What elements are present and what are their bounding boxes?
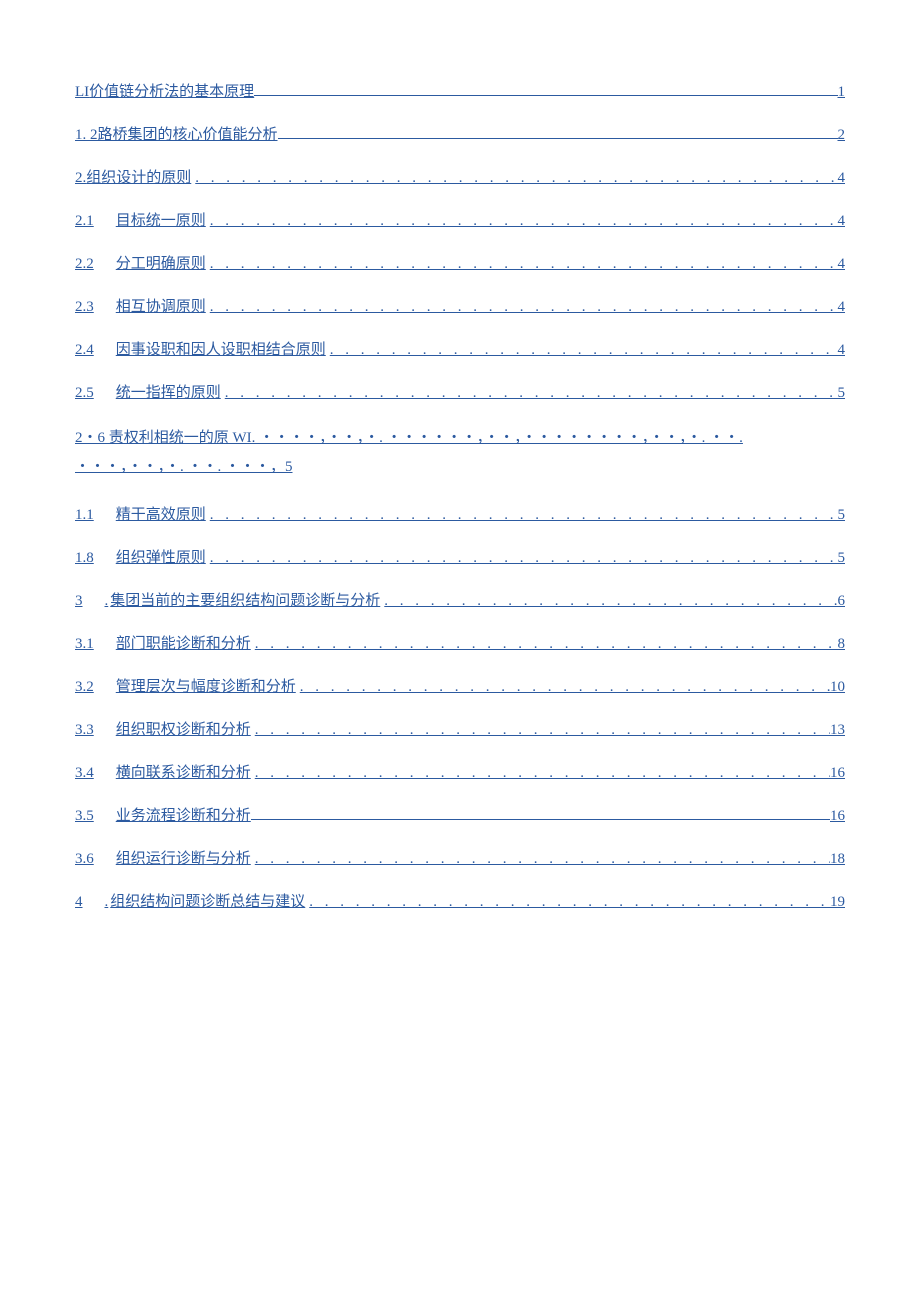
toc-page-number: 10 xyxy=(830,679,845,696)
toc-page-number: 5 xyxy=(838,507,846,524)
toc-page-number: 4 xyxy=(838,256,846,273)
toc-entry[interactable]: 2・6 责权利相统一的原 WI. ・・・・，・・，・. ・・・・・・，・・，・・… xyxy=(75,424,845,481)
toc-page-number: 16 xyxy=(830,808,845,825)
toc-leader: . . . . . . . . . . . . . . . . . . . . … xyxy=(305,894,830,911)
toc-number: 3.4 xyxy=(75,765,94,782)
toc-page-number: 4 xyxy=(838,342,846,359)
toc-page-number: 18 xyxy=(830,851,845,868)
toc-title: 路桥集团的核心价值能分析 xyxy=(98,123,278,144)
toc-number: 2.5 xyxy=(75,385,94,402)
toc-leader: . . . . . . . . . . . . . . . . . . . . … xyxy=(206,507,838,524)
toc-entry[interactable]: 2.4 因事设职和因人设职相结合原则. . . . . . . . . . . .… xyxy=(75,338,845,359)
toc-number: 4 xyxy=(75,894,83,911)
toc-page-number: 4 xyxy=(838,170,846,187)
toc-page-number: 2 xyxy=(838,127,846,144)
toc-title: 相互协调原则 xyxy=(116,295,206,316)
toc-leader: . . . . . . . . . . . . . . . . . . . . … xyxy=(206,299,838,316)
toc-leader: . . . . . . . . . . . . . . . . . . . . … xyxy=(191,170,837,187)
toc-number: 3.3 xyxy=(75,722,94,739)
toc-number: 2.3 xyxy=(75,299,94,316)
toc-entry[interactable]: 2. 组织设计的原则. . . . . . . . . . . . . . . … xyxy=(75,166,845,187)
toc-prefix-dot: . xyxy=(105,593,109,610)
toc-entry[interactable]: 1.8 组织弹性原则. . . . . . . . . . . . . . . .… xyxy=(75,546,845,567)
toc-entry[interactable]: 4.组织结构问题诊断总结与建议. . . . . . . . . . . . .… xyxy=(75,890,845,911)
toc-leader: . . . . . . . . . . . . . . . . . . . . … xyxy=(380,593,837,610)
toc-leader: . . . . . . . . . . . . . . . . . . . . … xyxy=(206,213,838,230)
toc-page-number: 5 xyxy=(838,550,846,567)
toc-number: 1. 2 xyxy=(75,127,98,144)
toc-leader xyxy=(254,81,837,96)
toc-title: 组织弹性原则 xyxy=(116,546,206,567)
toc-page-number: 8 xyxy=(838,636,846,653)
toc-number: 3.6 xyxy=(75,851,94,868)
table-of-contents: LI 价值链分析法的基本原理 1 1. 2 路桥集团的核心价值能分析 2 2. 组织设计… xyxy=(75,80,845,911)
toc-entry[interactable]: 3.2 管理层次与幅度诊断和分析. . . . . . . . . . . . .… xyxy=(75,675,845,696)
toc-title: 管理层次与幅度诊断和分析 xyxy=(116,675,296,696)
toc-leader: . . . . . . . . . . . . . . . . . . . . … xyxy=(251,765,830,782)
toc-number: LI xyxy=(75,84,89,101)
toc-entry[interactable]: 3.集团当前的主要组织结构问题诊断与分析. . . . . . . . . . … xyxy=(75,589,845,610)
toc-title: 目标统一原则 xyxy=(116,209,206,230)
toc-entry[interactable]: 2.2 分工明确原则. . . . . . . . . . . . . . . .… xyxy=(75,252,845,273)
toc-title: 价值链分析法的基本原理 xyxy=(89,80,254,101)
toc-leader xyxy=(278,124,838,139)
toc-number: 3 xyxy=(75,593,83,610)
toc-title: 业务流程诊断和分析 xyxy=(116,804,251,825)
toc-leader: . . . . . . . . . . . . . . . . . . . . … xyxy=(206,256,838,273)
toc-page-number: 5 xyxy=(838,385,846,402)
toc-title: 组织职权诊断和分析 xyxy=(116,718,251,739)
toc-title: 分工明确原则 xyxy=(116,252,206,273)
toc-page-number: 19 xyxy=(830,894,845,911)
toc-page-number: 1 xyxy=(838,84,846,101)
toc-title: 组织结构问题诊断总结与建议 xyxy=(110,890,305,911)
toc-entry[interactable]: 3.6 组织运行诊断与分析. . . . . . . . . . . . . . … xyxy=(75,847,845,868)
toc-leader: . . . . . . . . . . . . . . . . . . . . … xyxy=(221,385,838,402)
toc-entry[interactable]: 2.1 目标统一原则. . . . . . . . . . . . . . . .… xyxy=(75,209,845,230)
toc-number: 2.2 xyxy=(75,256,94,273)
toc-leader: . . . . . . . . . . . . . . . . . . . . … xyxy=(326,342,838,359)
toc-prefix-dot: . xyxy=(105,894,109,911)
toc-number: 2.4 xyxy=(75,342,94,359)
toc-entry[interactable]: 2.5 统一指挥的原则. . . . . . . . . . . . . . . … xyxy=(75,381,845,402)
toc-leader xyxy=(251,805,830,820)
toc-entry[interactable]: 3.5 业务流程诊断和分析 16 xyxy=(75,804,845,825)
toc-leader: . . . . . . . . . . . . . . . . . . . . … xyxy=(296,679,830,696)
toc-entry[interactable]: 3.4 横向联系诊断和分析. . . . . . . . . . . . . . … xyxy=(75,761,845,782)
toc-leader: . . . . . . . . . . . . . . . . . . . . … xyxy=(206,550,838,567)
toc-page-number: 6 xyxy=(838,593,846,610)
toc-entry[interactable]: LI 价值链分析法的基本原理 1 xyxy=(75,80,845,101)
toc-title: 部门职能诊断和分析 xyxy=(116,632,251,653)
toc-title: 集团当前的主要组织结构问题诊断与分析 xyxy=(110,589,380,610)
toc-number: 1.8 xyxy=(75,550,94,567)
toc-number: 2. xyxy=(75,170,86,187)
toc-leader: . . . . . . . . . . . . . . . . . . . . … xyxy=(251,851,830,868)
toc-title: 因事设职和因人设职相结合原则 xyxy=(116,338,326,359)
toc-title: 统一指挥的原则 xyxy=(116,381,221,402)
toc-page-number: 16 xyxy=(830,765,845,782)
toc-title: 精干高效原则 xyxy=(116,503,206,524)
toc-page-number: 13 xyxy=(830,722,845,739)
toc-entry[interactable]: 1. 2 路桥集团的核心价值能分析 2 xyxy=(75,123,845,144)
toc-entry[interactable]: 3.3 组织职权诊断和分析. . . . . . . . . . . . . . … xyxy=(75,718,845,739)
toc-page-number: 4 xyxy=(838,213,846,230)
toc-entry[interactable]: 2.3 相互协调原则. . . . . . . . . . . . . . . .… xyxy=(75,295,845,316)
toc-title: 组织设计的原则 xyxy=(86,166,191,187)
toc-title: 横向联系诊断和分析 xyxy=(116,761,251,782)
toc-number: 2.1 xyxy=(75,213,94,230)
toc-number: 3.1 xyxy=(75,636,94,653)
toc-number: 3.2 xyxy=(75,679,94,696)
toc-leader: . . . . . . . . . . . . . . . . . . . . … xyxy=(251,636,838,653)
toc-page-number: 4 xyxy=(838,299,846,316)
toc-entry[interactable]: 1.1 精干高效原则. . . . . . . . . . . . . . . .… xyxy=(75,503,845,524)
toc-entry[interactable]: 3.1 部门职能诊断和分析. . . . . . . . . . . . . . … xyxy=(75,632,845,653)
toc-number: 1.1 xyxy=(75,507,94,524)
toc-leader: . . . . . . . . . . . . . . . . . . . . … xyxy=(251,722,830,739)
toc-number: 3.5 xyxy=(75,808,94,825)
toc-title: 组织运行诊断与分析 xyxy=(116,847,251,868)
